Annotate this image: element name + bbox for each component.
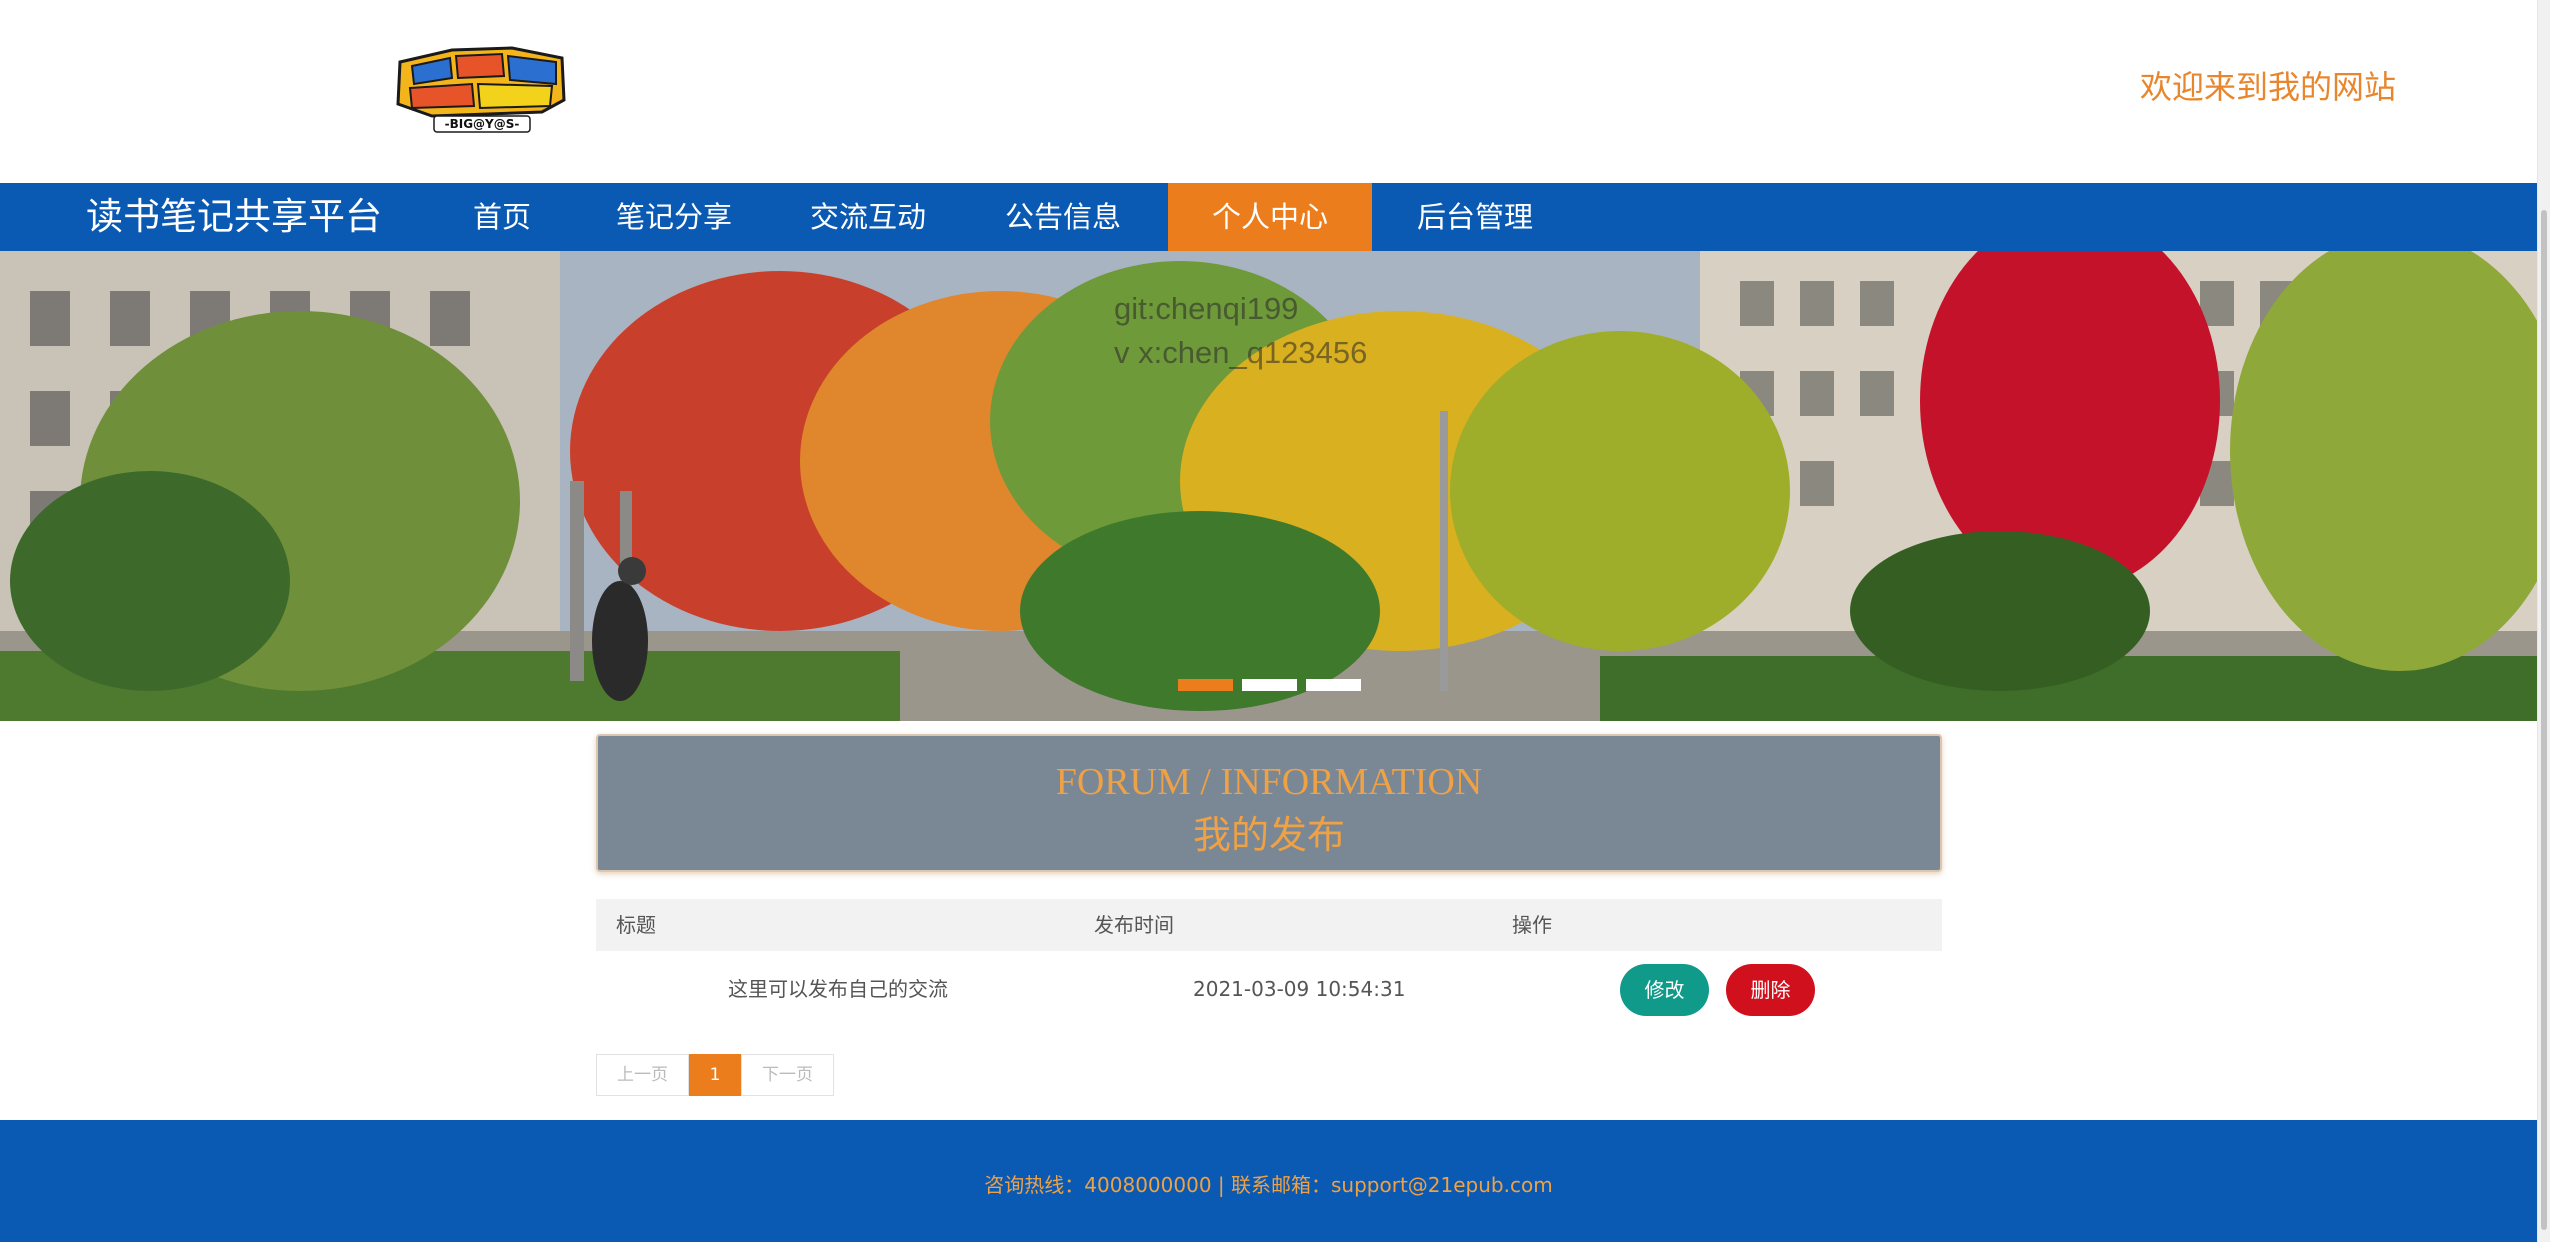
footer-contact: 咨询热线：4008000000 | 联系邮箱：support@21epub.co… — [984, 1173, 1553, 1197]
nav-item-admin[interactable]: 后台管理 — [1390, 183, 1560, 251]
nav-item-forum[interactable]: 交流互动 — [792, 183, 944, 251]
banner-carousel[interactable]: git:chenqi199 v x:chen_q123456 — [0, 251, 2537, 721]
site-footer: 咨询热线：4008000000 | 联系邮箱：support@21epub.co… — [0, 1120, 2537, 1242]
col-header-time: 发布时间 — [1094, 913, 1174, 937]
col-header-title: 标题 — [616, 913, 656, 937]
site-logo[interactable]: -BIG@Y@S- — [392, 44, 570, 136]
site-header: -BIG@Y@S- 欢迎来到我的网站 — [0, 0, 2537, 183]
next-page-button[interactable]: 下一页 — [741, 1054, 834, 1096]
nav-item-profile[interactable]: 个人中心 — [1168, 183, 1372, 251]
row-title[interactable]: 这里可以发布自己的交流 — [728, 951, 948, 1027]
prev-page-button[interactable]: 上一页 — [596, 1054, 689, 1096]
carousel-dot-1[interactable] — [1178, 679, 1233, 691]
scrollbar-thumb[interactable] — [2541, 210, 2547, 1230]
carousel-dot-2[interactable] — [1242, 679, 1297, 691]
banner-watermark-vx: v x:chen_q123456 — [1114, 335, 1368, 370]
logo-tagline: -BIG@Y@S- — [445, 117, 520, 131]
posts-table: 标题 发布时间 操作 这里可以发布自己的交流 2021-03-09 10:54:… — [596, 899, 1942, 1027]
main-nav: 读书笔记共享平台 首页 笔记分享 交流互动 公告信息 个人中心 后台管理 — [0, 183, 2537, 251]
section-title-zh: 我的发布 — [1192, 813, 1345, 857]
nav-item-home[interactable]: 首页 — [448, 183, 556, 251]
pagination: 上一页 1 下一页 — [596, 1054, 834, 1096]
carousel-dot-3[interactable] — [1306, 679, 1361, 691]
row-time: 2021-03-09 10:54:31 — [1193, 977, 1406, 1001]
table-row: 这里可以发布自己的交流 2021-03-09 10:54:31 修改 删除 — [596, 951, 1942, 1027]
delete-button[interactable]: 删除 — [1726, 964, 1815, 1016]
section-title-en: FORUM / INFORMATION — [1055, 761, 1483, 803]
table-header: 标题 发布时间 操作 — [596, 899, 1942, 951]
col-header-actions: 操作 — [1512, 913, 1552, 937]
nav-item-notices[interactable]: 公告信息 — [987, 183, 1139, 251]
nav-item-notes[interactable]: 笔记分享 — [598, 183, 750, 251]
welcome-text: 欢迎来到我的网站 — [2140, 68, 2397, 106]
carousel-indicators — [1178, 679, 1361, 691]
section-title-box: FORUM / INFORMATION 我的发布 — [596, 734, 1942, 872]
page-1-button[interactable]: 1 — [689, 1054, 741, 1096]
site-name[interactable]: 读书笔记共享平台 — [86, 183, 382, 251]
banner-watermark-git: git:chenqi199 — [1114, 291, 1299, 326]
page-scrollbar[interactable] — [2537, 0, 2550, 1242]
edit-button[interactable]: 修改 — [1620, 964, 1709, 1016]
